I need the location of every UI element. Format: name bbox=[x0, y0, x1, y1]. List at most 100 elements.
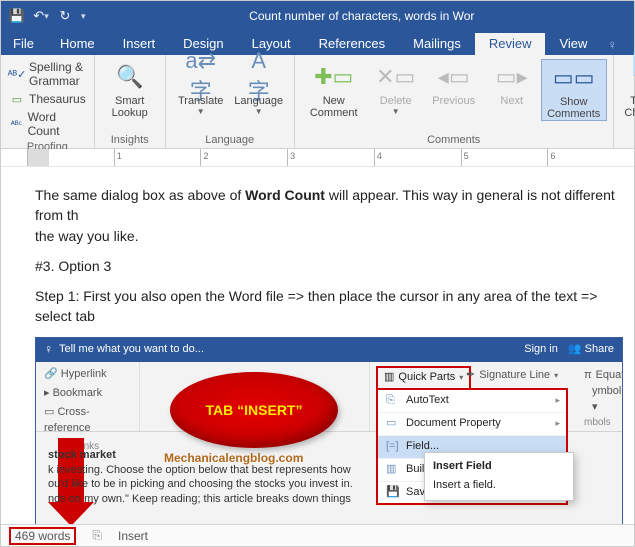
group-insights: 🔍 Smart Lookup Insights bbox=[95, 55, 166, 148]
inner-titlebar: ♀Tell me what you want to do... Sign in👥… bbox=[36, 338, 622, 362]
tab-mailings[interactable]: Mailings bbox=[399, 33, 475, 55]
smart-lookup-button[interactable]: 🔍 Smart Lookup bbox=[101, 59, 159, 119]
ribbon-tabs: File Home Insert Design Layout Reference… bbox=[1, 31, 634, 55]
signature-icon: ✒ bbox=[466, 368, 475, 384]
status-bar: 469 words ⎘ Insert bbox=[1, 524, 634, 546]
ruler[interactable]: 1 2 3 4 5 6 bbox=[1, 149, 634, 167]
tab-view[interactable]: View bbox=[545, 33, 601, 55]
document-title: Count number of characters, words in Wor bbox=[94, 9, 634, 23]
qat-customize-icon[interactable]: ▾ bbox=[81, 11, 86, 22]
inner-document-text: stock market k investing. Choose the opt… bbox=[48, 448, 418, 507]
equation-button[interactable]: πEquation ▾ bbox=[584, 368, 623, 384]
chevron-down-icon: ▼ bbox=[255, 107, 263, 116]
signature-line-button[interactable]: ✒Signature Line ▾ bbox=[466, 368, 558, 384]
inner-tellme[interactable]: Tell me what you want to do... bbox=[59, 342, 204, 358]
doc-paragraph: The same dialog box as above of Word Cou… bbox=[35, 185, 634, 246]
tell-me-search[interactable]: ♀ bbox=[601, 34, 623, 55]
delete-comment-button: ✕▭ Delete ▼ bbox=[367, 59, 425, 121]
thesaurus-icon: ▭ bbox=[9, 92, 25, 106]
chevron-right-icon: ▸ bbox=[555, 417, 560, 430]
tab-home[interactable]: Home bbox=[46, 33, 109, 55]
language-button[interactable]: A字 Language ▼ bbox=[230, 59, 288, 116]
group-label-language: Language bbox=[172, 132, 288, 146]
embedded-screenshot: ♀Tell me what you want to do... Sign in👥… bbox=[35, 337, 623, 533]
doc-paragraph: Step 1: First you also open the Word fil… bbox=[35, 286, 634, 327]
symbols-group-label-partial: mbols bbox=[584, 416, 611, 431]
annotation-text: TAB “INSERT” bbox=[206, 400, 303, 420]
thesaurus-button[interactable]: ▭Thesaurus bbox=[7, 91, 88, 107]
doc-heading: #3. Option 3 bbox=[35, 256, 634, 276]
crossref-button[interactable]: ▭ Cross-reference bbox=[44, 404, 131, 438]
new-comment-label: New Comment bbox=[310, 95, 358, 119]
previous-label: Previous bbox=[432, 95, 475, 107]
translate-button[interactable]: a⇄字 Translate ▼ bbox=[172, 59, 230, 116]
tooltip-body: Insert a field. bbox=[433, 478, 565, 494]
wordcount-icon: ᴬᴮᶜ bbox=[9, 117, 24, 131]
ruler-tick-4: 4 bbox=[377, 151, 382, 161]
tab-file[interactable]: File bbox=[1, 33, 46, 55]
new-comment-icon: ✚▭ bbox=[318, 61, 350, 93]
group-proofing: ᴬᴮ✓ Spelling & Grammar ▭Thesaurus ᴬᴮᶜ Word… bbox=[1, 55, 95, 148]
group-label-tracking bbox=[620, 132, 635, 146]
chevron-right-icon: ▸ bbox=[555, 394, 560, 407]
spelling-grammar-button[interactable]: ᴬᴮ✓ Spelling & Grammar bbox=[7, 59, 88, 89]
status-insert-mode[interactable]: Insert bbox=[118, 529, 148, 543]
ruler-tick-5: 5 bbox=[464, 151, 469, 161]
next-label: Next bbox=[500, 95, 523, 107]
bulb-icon: ♀ bbox=[607, 37, 617, 52]
wordcount-label: Word Count bbox=[28, 110, 86, 138]
smart-lookup-label: Smart Lookup bbox=[112, 95, 148, 119]
hyperlink-button[interactable]: 🔗 Hyperlink bbox=[44, 366, 131, 384]
group-comments: ✚▭ New Comment ✕▭ Delete ▼ ◂▭ Previous ▭… bbox=[295, 55, 614, 148]
share-icon[interactable]: 👥 Share bbox=[568, 342, 614, 358]
translate-label: Translate bbox=[178, 95, 223, 107]
new-comment-button[interactable]: ✚▭ New Comment bbox=[301, 59, 367, 121]
track-changes-label: Track Change bbox=[624, 95, 635, 119]
quick-access-toolbar: 💾 ↶▾ ↻ ▾ bbox=[1, 8, 94, 24]
show-comments-button[interactable]: ▭▭ Show Comments bbox=[541, 59, 607, 121]
spelling-label: Spelling & Grammar bbox=[29, 60, 86, 88]
tooltip-title: Insert Field bbox=[433, 459, 565, 475]
track-changes-button[interactable]: 📄✎ Track Change bbox=[620, 59, 635, 119]
chevron-down-icon: ▼ bbox=[197, 107, 205, 116]
quick-parts-button[interactable]: ▥ Quick Parts ▾ bbox=[376, 366, 471, 390]
titlebar: 💾 ↶▾ ↻ ▾ Count number of characters, wor… bbox=[1, 1, 634, 31]
redo-icon[interactable]: ↻ bbox=[57, 8, 73, 24]
delete-icon: ✕▭ bbox=[380, 61, 412, 93]
group-label-insights: Insights bbox=[101, 132, 159, 146]
show-comments-icon: ▭▭ bbox=[558, 62, 590, 94]
tab-review[interactable]: Review bbox=[475, 33, 546, 55]
track-changes-icon: 📄✎ bbox=[628, 61, 635, 93]
pi-icon: π bbox=[584, 368, 592, 384]
next-icon: ▭▸ bbox=[496, 61, 528, 93]
bookmark-icon: ▸ bbox=[44, 387, 53, 399]
translate-icon: a⇄字 bbox=[185, 61, 217, 93]
previous-comment-button: ◂▭ Previous bbox=[425, 59, 483, 121]
tab-references[interactable]: References bbox=[305, 33, 399, 55]
menu-document-property[interactable]: ▭Document Property▸ bbox=[378, 413, 566, 436]
inner-signin[interactable]: Sign in bbox=[524, 342, 558, 358]
tab-insert[interactable]: Insert bbox=[109, 33, 170, 55]
bookmark-button[interactable]: ▸ Bookmark bbox=[44, 385, 131, 403]
link-icon: 🔗 bbox=[44, 368, 61, 380]
status-word-count[interactable]: 469 words bbox=[9, 527, 76, 545]
chevron-down-icon: ▾ bbox=[459, 372, 463, 384]
annotation-callout: TAB “INSERT” bbox=[170, 372, 338, 448]
language-icon: A字 bbox=[243, 61, 275, 93]
status-icon[interactable]: ⎘ bbox=[92, 528, 102, 543]
ruler-tick-3: 3 bbox=[290, 151, 295, 161]
spellcheck-icon: ᴬᴮ✓ bbox=[9, 67, 25, 81]
save-icon[interactable]: 💾 bbox=[9, 8, 25, 24]
document-body[interactable]: The same dialog box as above of Word Cou… bbox=[1, 167, 634, 533]
next-comment-button: ▭▸ Next bbox=[483, 59, 541, 121]
symbol-button-partial[interactable]: ymbol ▾ bbox=[592, 384, 622, 416]
menu-autotext[interactable]: ⎘AutoText▸ bbox=[378, 390, 566, 413]
show-comments-label: Show Comments bbox=[547, 96, 600, 120]
ruler-tick-1: 1 bbox=[117, 151, 122, 161]
previous-icon: ◂▭ bbox=[438, 61, 470, 93]
undo-icon[interactable]: ↶▾ bbox=[33, 8, 49, 24]
language-label: Language bbox=[234, 95, 283, 107]
quickparts-icon: ▥ bbox=[384, 370, 394, 386]
delete-label: Delete bbox=[380, 95, 412, 107]
word-count-button[interactable]: ᴬᴮᶜ Word Count bbox=[7, 109, 88, 139]
